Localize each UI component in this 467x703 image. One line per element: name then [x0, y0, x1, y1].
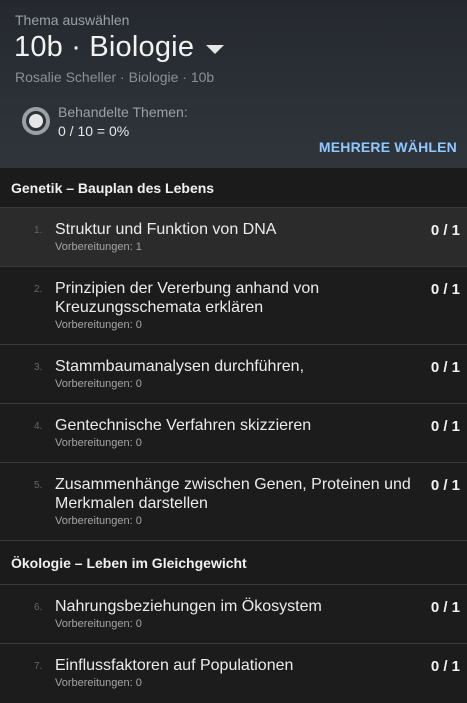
- topic-item[interactable]: 5. Zusammenhänge zwischen Genen, Protein…: [0, 463, 467, 541]
- class-selector[interactable]: 10b · Biologie: [14, 31, 225, 64]
- topic-score: 0 / 1: [430, 359, 460, 376]
- topic-preparations: Vorbereitungen: 1: [55, 241, 142, 253]
- topic-name: Prinzipien der Vererbung anhand von Kreu…: [55, 280, 320, 316]
- topic-item[interactable]: 1. Struktur und Funktion von DNA Vorbere…: [0, 208, 467, 267]
- topic-number: 2.: [34, 284, 43, 295]
- select-multiple-button[interactable]: MEHRERE WÄHLEN: [319, 139, 457, 155]
- topic-name: Struktur und Funktion von DNA: [55, 221, 277, 238]
- topic-name: Einflussfaktoren auf Populationen: [55, 657, 294, 674]
- topic-number: 6.: [34, 602, 43, 613]
- topic-number: 5.: [34, 480, 43, 491]
- topic-item[interactable]: 3. Stammbaumanalysen durchführen, Vorber…: [0, 345, 467, 404]
- topic-name: Gentechnische Verfahren skizzieren: [55, 417, 312, 434]
- topic-preparations: Vorbereitungen: 0: [55, 677, 142, 689]
- topic-number: 7.: [34, 661, 43, 672]
- topic-number: 4.: [34, 421, 43, 432]
- topic-score: 0 / 1: [430, 222, 460, 239]
- topic-score: 0 / 1: [430, 477, 460, 494]
- topic-item[interactable]: 2. Prinzipien der Vererbung anhand von K…: [0, 267, 467, 345]
- section-header-genetik: Genetik – Bauplan des Lebens: [0, 168, 467, 208]
- topic-header: Thema auswählen 10b · Biologie Rosalie S…: [0, 0, 467, 168]
- chevron-down-icon[interactable]: [206, 45, 225, 54]
- progress-ring-icon: [22, 107, 50, 135]
- topic-preparations: Vorbereitungen: 0: [55, 319, 142, 331]
- topic-score: 0 / 1: [430, 281, 460, 298]
- topic-number: 1.: [34, 225, 43, 236]
- topic-item[interactable]: 7. Einflussfaktoren auf Populationen Vor…: [0, 644, 467, 703]
- header-pre-label: Thema auswählen: [15, 12, 130, 28]
- topic-number: 3.: [34, 362, 43, 373]
- topic-name: Stammbaumanalysen durchführen,: [55, 358, 305, 375]
- topic-item[interactable]: 6. Nahrungsbeziehungen im Ökosystem Vorb…: [0, 585, 467, 644]
- topic-preparations: Vorbereitungen: 0: [55, 437, 142, 449]
- topic-name: Nahrungsbeziehungen im Ökosystem: [55, 598, 322, 615]
- topic-list: Genetik – Bauplan des Lebens 1. Struktur…: [0, 168, 467, 703]
- topic-preparations: Vorbereitungen: 0: [55, 378, 142, 390]
- topic-preparations: Vorbereitungen: 0: [55, 618, 142, 630]
- progress-value: 0 / 10 = 0%: [58, 123, 130, 139]
- class-subtitle: Rosalie Scheller · Biologie · 10b: [15, 69, 215, 85]
- topic-score: 0 / 1: [430, 418, 460, 435]
- class-title[interactable]: 10b · Biologie: [14, 31, 194, 64]
- topic-score: 0 / 1: [430, 658, 460, 675]
- topic-score: 0 / 1: [430, 599, 460, 616]
- section-header-oekologie: Ökologie – Leben im Gleichgewicht: [0, 541, 467, 585]
- topic-item[interactable]: 4. Gentechnische Verfahren skizzieren Vo…: [0, 404, 467, 463]
- topic-name: Zusammenhänge zwischen Genen, Proteinen …: [55, 476, 411, 512]
- progress-label: Behandelte Themen:: [58, 104, 188, 120]
- topic-preparations: Vorbereitungen: 0: [55, 515, 142, 527]
